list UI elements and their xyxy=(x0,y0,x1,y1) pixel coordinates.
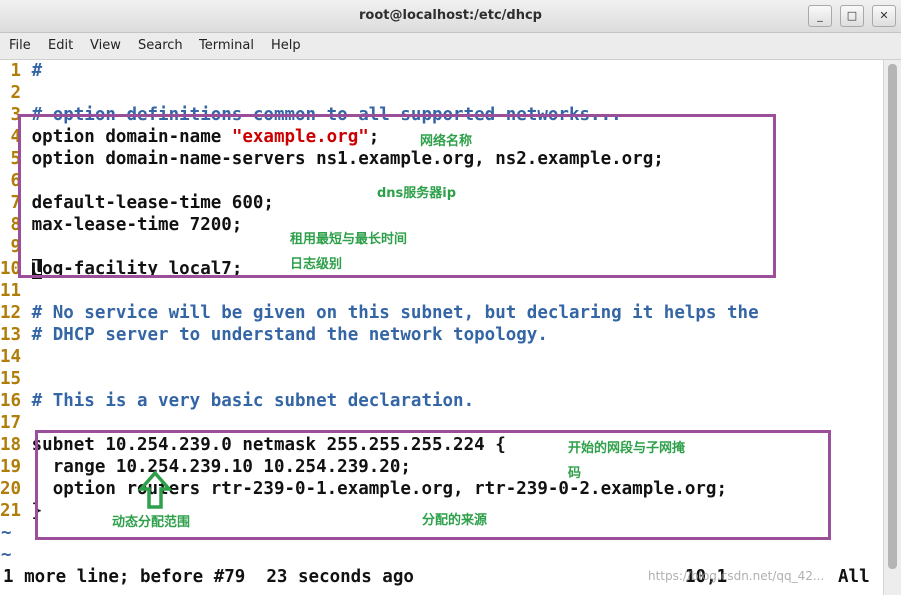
annotation-log-level: 日志级别 xyxy=(290,257,343,272)
editor-line-1: 1 # xyxy=(0,60,43,82)
minimize-button[interactable]: _ xyxy=(808,5,832,27)
line-number: 15 xyxy=(0,369,22,389)
annotation-allocation-source: 分配的来源 xyxy=(422,513,488,528)
scrollbar-thumb[interactable] xyxy=(888,64,897,569)
line-number: 14 xyxy=(0,347,22,367)
line-number: 21 xyxy=(0,501,22,521)
annotation-dynamic-range: 动态分配范围 xyxy=(112,515,191,530)
line-text: # This is a very basic subnet declaratio… xyxy=(31,391,475,411)
editor-line-16: 16 # This is a very basic subnet declara… xyxy=(0,390,474,412)
line-text: # No service will be given on this subne… xyxy=(31,303,759,323)
status-message: 1 more line; before #79 23 seconds ago xyxy=(3,567,414,587)
line-number: 19 xyxy=(0,457,22,477)
menu-edit[interactable]: Edit xyxy=(48,38,73,53)
menu-bar: File Edit View Search Terminal Help xyxy=(0,33,901,60)
close-button[interactable]: ✕ xyxy=(872,5,896,27)
annotation-dns-ip: dns服务器ip xyxy=(377,186,457,201)
editor-line-2: 2 xyxy=(0,82,32,104)
annotation-lease-time: 租用最短与最长时间 xyxy=(290,232,408,247)
line-text: # DHCP server to understand the network … xyxy=(31,325,548,345)
menu-terminal[interactable]: Terminal xyxy=(199,38,254,53)
line-number: 20 xyxy=(0,479,22,499)
title-bar: root@localhost:/etc/dhcp _ □ ✕ xyxy=(0,0,901,33)
line-number: 1 xyxy=(0,61,22,81)
editor-line-12: 12 # No service will be given on this su… xyxy=(0,302,759,324)
line-text: # xyxy=(31,61,43,81)
line-number: 11 xyxy=(0,281,22,301)
scrollbar[interactable] xyxy=(883,60,901,595)
menu-view[interactable]: View xyxy=(90,38,121,53)
menu-help[interactable]: Help xyxy=(271,38,301,53)
scroll-position: All xyxy=(838,567,870,587)
editor-line-17: 17 xyxy=(0,412,32,434)
line-number: 2 xyxy=(0,83,22,103)
arrow-up-icon xyxy=(138,470,172,509)
editor-line-15: 15 xyxy=(0,368,32,390)
annotation-network-name: 网络名称 xyxy=(420,134,473,149)
menu-search[interactable]: Search xyxy=(138,38,183,53)
window-title: root@localhost:/etc/dhcp xyxy=(359,8,542,23)
line-number: 16 xyxy=(0,391,22,411)
annotation-subnet-mask: 开始的网段与子网掩 xyxy=(568,441,686,456)
editor-line-13: 13 # DHCP server to understand the netwo… xyxy=(0,324,548,346)
line-number: 18 xyxy=(0,435,22,455)
annotation-subnet-mask-cont: 码 xyxy=(568,466,582,481)
line-number: 13 xyxy=(0,325,22,345)
editor-line-14: 14 xyxy=(0,346,32,368)
empty-line-tilde: ~ xyxy=(1,545,12,565)
empty-line-tilde: ~ xyxy=(1,523,12,543)
line-number: 17 xyxy=(0,413,22,433)
editor-line-11: 11 xyxy=(0,280,32,302)
menu-file[interactable]: File xyxy=(9,38,31,53)
line-number: 12 xyxy=(0,303,22,323)
watermark: https://blog.csdn.net/qq_42... xyxy=(648,569,825,583)
maximize-button[interactable]: □ xyxy=(840,5,864,27)
